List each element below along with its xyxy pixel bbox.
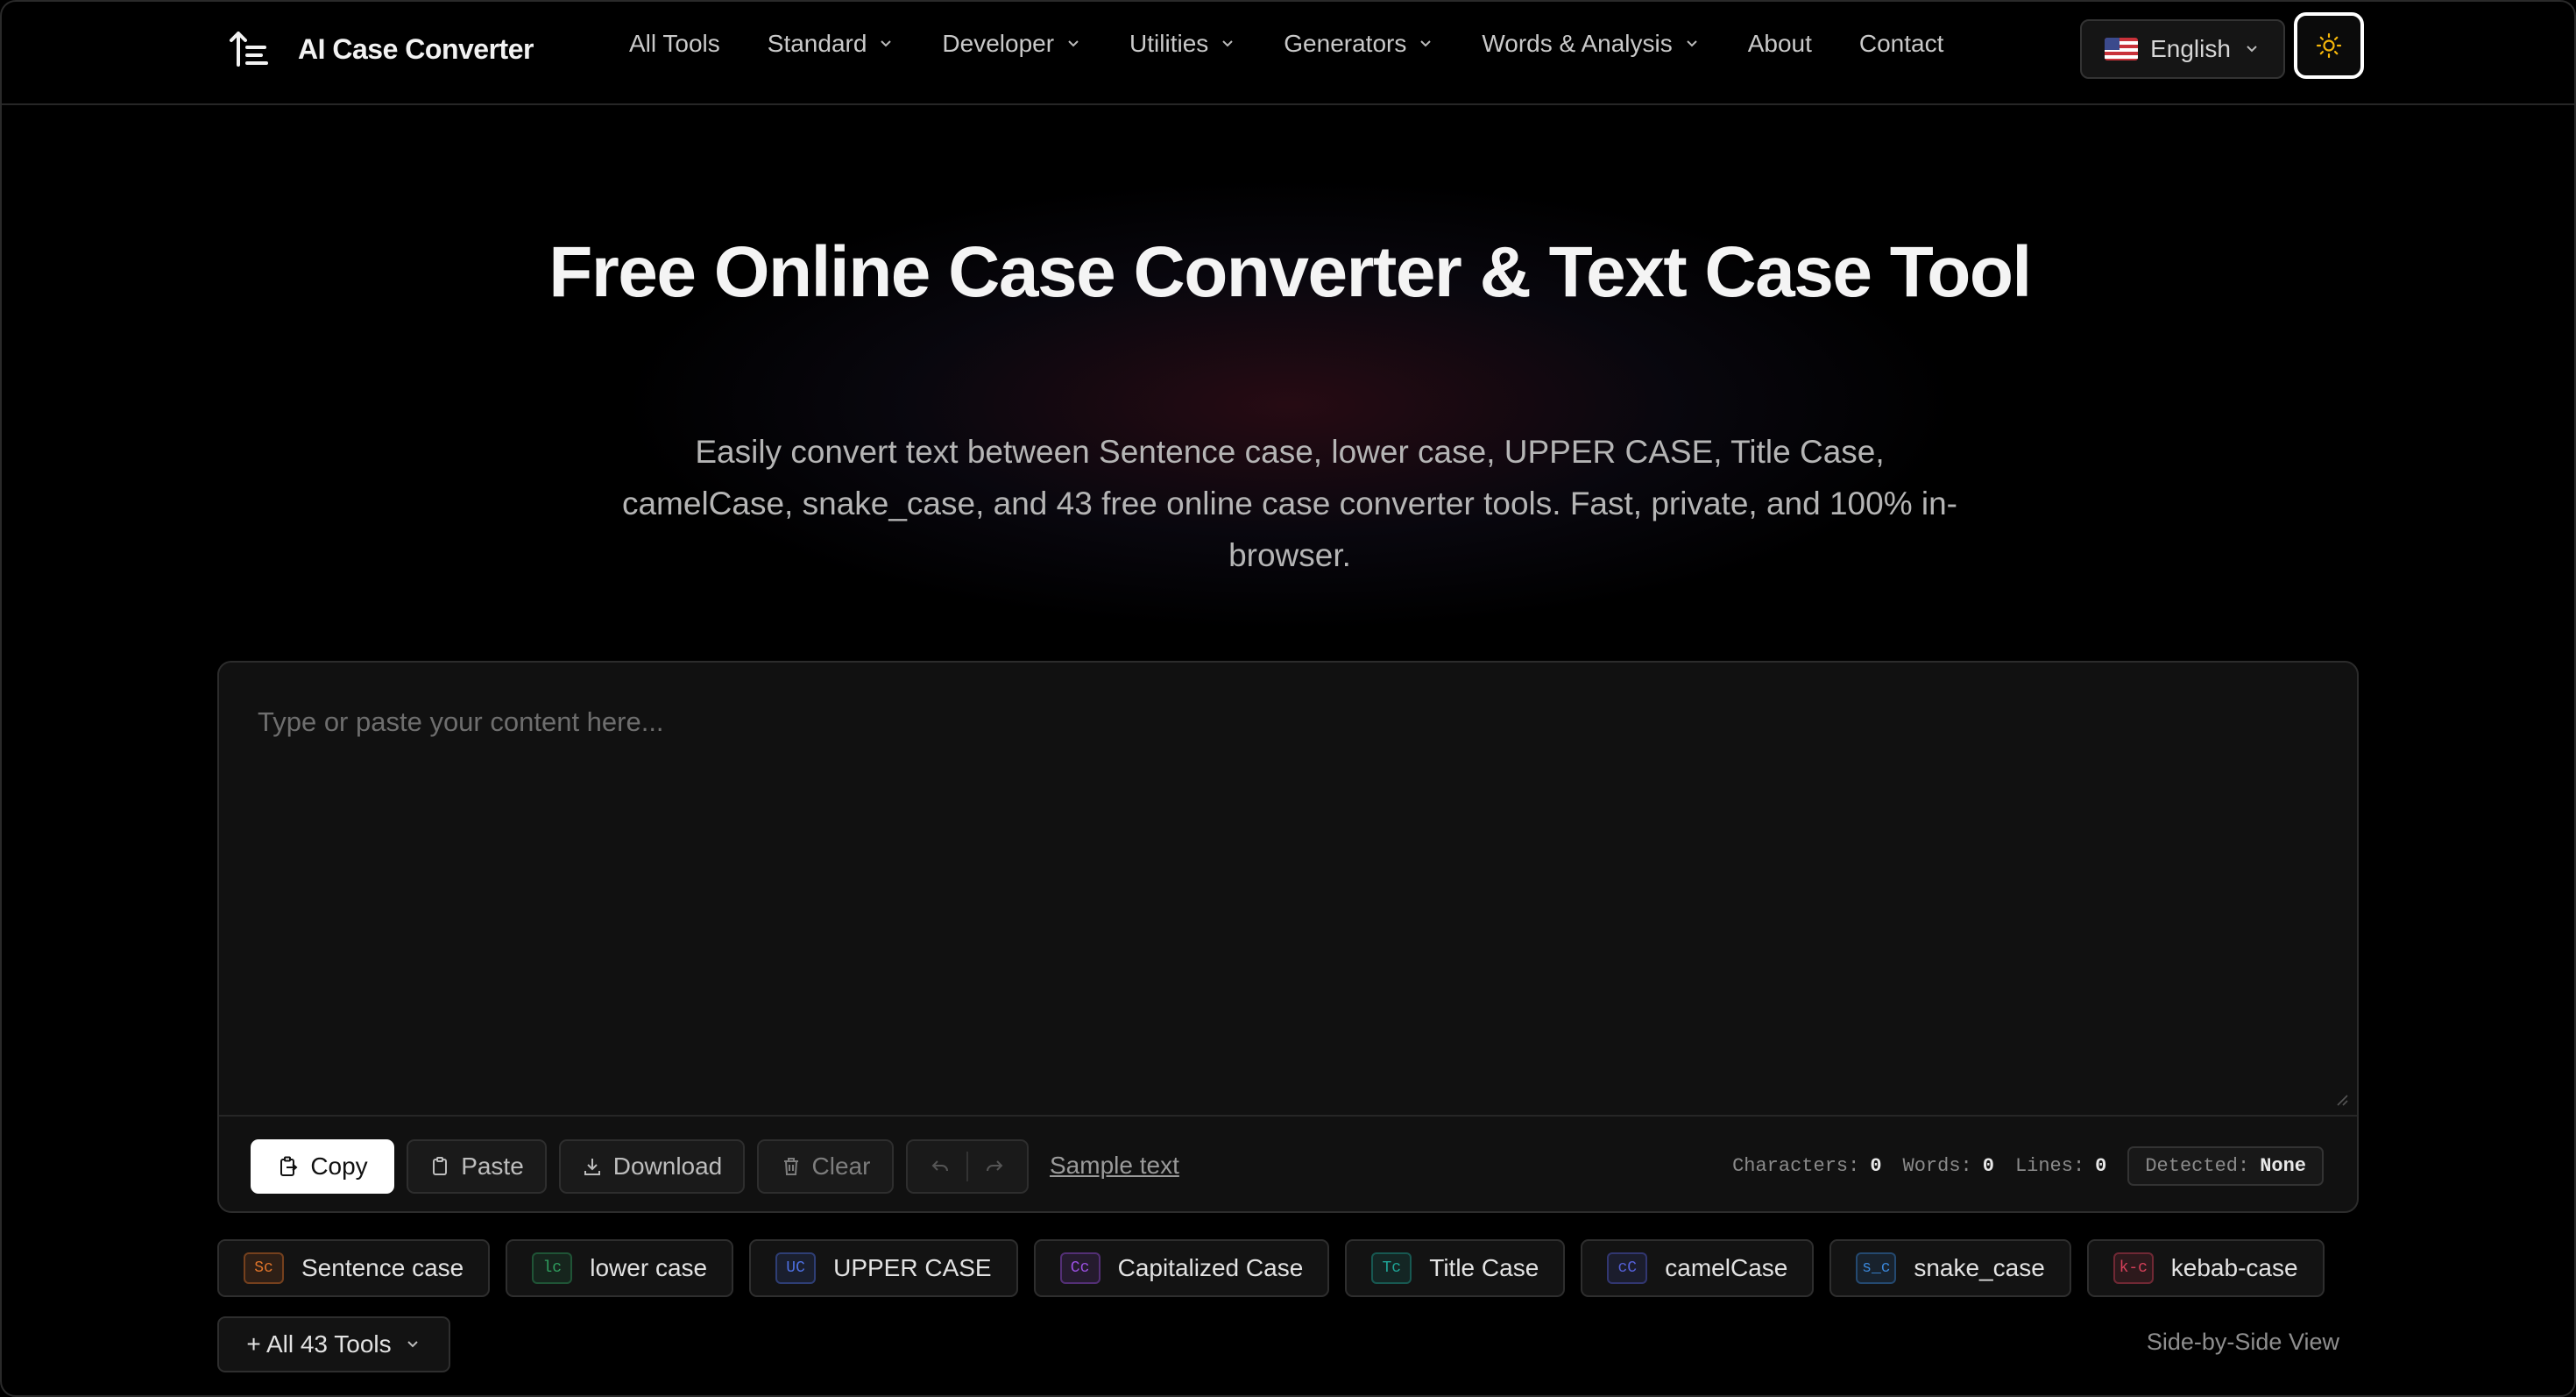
redo-icon[interactable]: [984, 1156, 1005, 1177]
case-badge-icon: Cc: [1059, 1252, 1100, 1284]
app-name: AI Case Converter: [298, 32, 534, 65]
chevron-down-icon: [1686, 40, 1697, 47]
text-stats: Characters: 0 Words: 0 Lines: 0 Detected: No…: [1732, 1146, 2324, 1186]
nav-label: Words & Analysis: [1482, 30, 1673, 57]
case-badge-icon: k-c: [2112, 1252, 2154, 1284]
characters-count: 0: [1870, 1155, 1882, 1177]
text-case-logo-icon: [230, 32, 268, 67]
copy-label: Copy: [310, 1152, 368, 1180]
editor-toolbar: Copy Paste Download Clear Sample text Ch…: [219, 1115, 2357, 1213]
page-title: Free Online Case Converter & Text Case T…: [548, 232, 2032, 312]
page-subtitle: Easily convert text between Sentence cas…: [621, 434, 1957, 573]
case-badge-icon: s_c: [1856, 1252, 1897, 1284]
clipboard-icon: [433, 1157, 448, 1175]
all-tools-label: + All 43 Tools: [246, 1330, 392, 1358]
all-tools-button[interactable]: + All 43 Tools: [217, 1316, 450, 1372]
sample-text-link[interactable]: Sample text: [1050, 1152, 1179, 1180]
us-flag-icon: [2105, 38, 2139, 60]
detected-value: None: [2260, 1155, 2306, 1177]
case-chip-label: lower case: [590, 1254, 708, 1281]
undo-redo-group: [906, 1139, 1029, 1194]
nav-item-developer[interactable]: Developer: [942, 30, 1082, 58]
nav-label: Utilities: [1129, 30, 1209, 57]
case-chip-label: camelCase: [1665, 1254, 1788, 1281]
clear-button[interactable]: Clear: [757, 1139, 894, 1194]
nav-label: Standard: [767, 30, 867, 57]
paste-button[interactable]: Paste: [407, 1139, 547, 1194]
site-header: AI Case Converter All Tools Standard Devel…: [2, 2, 2574, 105]
case-chip[interactable]: Tc Title Case: [1345, 1239, 1566, 1297]
case-chip-label: kebab-case: [2170, 1254, 2298, 1281]
language-selector[interactable]: English: [2080, 19, 2285, 79]
words-stat: Words: 0: [1903, 1155, 1994, 1177]
download-label: Download: [612, 1152, 723, 1180]
detected-label: Detected:: [2145, 1155, 2250, 1177]
sun-icon: [2316, 32, 2342, 59]
chevron-down-icon: [1222, 40, 1233, 47]
nav-item-about[interactable]: About: [1748, 30, 1812, 58]
chevron-down-icon: [1068, 40, 1079, 47]
case-badge-icon: Tc: [1371, 1252, 1412, 1284]
text-input[interactable]: [219, 663, 2357, 1115]
characters-stat: Characters: 0: [1732, 1155, 1881, 1177]
clear-label: Clear: [811, 1152, 871, 1180]
case-badge-icon: UC: [775, 1252, 817, 1284]
case-chip-label: snake_case: [1914, 1254, 2045, 1281]
case-badge-icon: Sc: [244, 1252, 284, 1284]
nav-item-standard[interactable]: Standard: [768, 30, 895, 58]
detected-badge: Detected: None: [2127, 1146, 2324, 1186]
nav-label: Generators: [1284, 30, 1407, 57]
chevron-down-icon: [407, 1341, 418, 1348]
nav-item-contact[interactable]: Contact: [1859, 30, 1944, 58]
case-chip-label: UPPER CASE: [833, 1254, 992, 1281]
words-label: Words:: [1902, 1155, 1972, 1177]
download-icon: [584, 1159, 600, 1175]
lines-label: Lines:: [2014, 1155, 2085, 1177]
logo[interactable]: AI Case Converter: [226, 26, 534, 72]
trash-icon: [783, 1158, 798, 1175]
chevron-down-icon: [1420, 40, 1432, 47]
case-chip-label: Sentence case: [301, 1254, 464, 1281]
case-chip-label: Title Case: [1429, 1254, 1539, 1281]
divider: [966, 1152, 968, 1181]
case-chip[interactable]: cC camelCase: [1581, 1239, 1815, 1297]
theme-toggle-button[interactable]: [2294, 12, 2364, 79]
clipboard-copy-icon: [280, 1156, 298, 1176]
editor-panel: Copy Paste Download Clear: [217, 661, 2359, 1213]
words-count: 0: [1982, 1155, 1994, 1177]
nav-label: Contact: [1858, 30, 1944, 57]
nav-item-all-tools[interactable]: All Tools: [629, 30, 720, 58]
case-chip[interactable]: k-c kebab-case: [2086, 1239, 2325, 1297]
case-chip[interactable]: Sc Sentence case: [217, 1239, 491, 1297]
lines-stat: Lines: 0: [2015, 1155, 2106, 1177]
characters-label: Characters:: [1732, 1155, 1860, 1177]
nav-item-utilities[interactable]: Utilities: [1129, 30, 1236, 58]
nav-label: About: [1747, 30, 1812, 57]
chevron-down-icon: [881, 40, 892, 47]
copy-button[interactable]: Copy: [251, 1139, 394, 1194]
case-chip[interactable]: Cc Capitalized Case: [1033, 1239, 1330, 1297]
main-nav: All Tools Standard Developer Utilities Gener…: [629, 30, 1943, 58]
app-window: AI Case Converter All Tools Standard Devel…: [0, 0, 2576, 1397]
case-chip[interactable]: UC UPPER CASE: [749, 1239, 1018, 1297]
chevron-down-icon: [2247, 46, 2257, 53]
case-badge-icon: cC: [1607, 1252, 1648, 1284]
nav-label: Developer: [942, 30, 1055, 57]
nav-item-words-analysis[interactable]: Words & Analysis: [1482, 30, 1700, 58]
resize-handle-icon[interactable]: [2332, 1090, 2348, 1106]
case-chip[interactable]: lc lower case: [506, 1239, 734, 1297]
nav-label: All Tools: [629, 30, 720, 57]
undo-icon[interactable]: [930, 1156, 951, 1177]
case-chip[interactable]: s_c snake_case: [1829, 1239, 2071, 1297]
download-button[interactable]: Download: [559, 1139, 745, 1194]
language-label: English: [2150, 35, 2231, 62]
case-chip-label: Capitalized Case: [1117, 1254, 1304, 1281]
nav-item-generators[interactable]: Generators: [1284, 30, 1434, 58]
lines-count: 0: [2095, 1155, 2107, 1177]
quick-tools-row: Sc Sentence case lc lower case UC UPPER CASE C…: [217, 1239, 2325, 1297]
case-badge-icon: lc: [532, 1252, 573, 1284]
side-by-side-view-toggle[interactable]: Side-by-Side View: [2147, 1329, 2339, 1356]
paste-label: Paste: [461, 1152, 524, 1180]
